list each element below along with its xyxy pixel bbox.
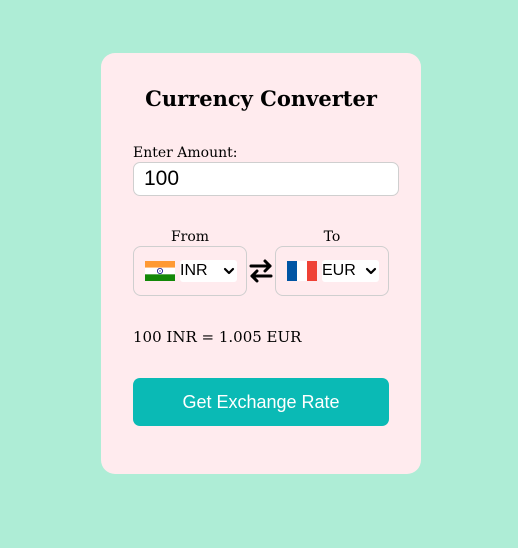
amount-input[interactable] xyxy=(133,162,399,196)
chevron-down-icon xyxy=(223,267,235,275)
from-currency-value: INR xyxy=(180,262,208,279)
to-currency-value: EUR xyxy=(322,262,356,279)
from-currency-select[interactable]: INR xyxy=(180,260,237,282)
from-currency-container: INR xyxy=(133,246,247,296)
exchange-result-text: 100 INR = 1.005 EUR xyxy=(133,328,302,346)
to-currency-container: EUR xyxy=(275,246,389,296)
to-currency-select[interactable]: EUR xyxy=(322,260,379,282)
swap-arrows-icon[interactable] xyxy=(248,258,274,284)
converter-card: Currency Converter Enter Amount: From To… xyxy=(101,53,421,474)
to-label: To xyxy=(323,229,341,245)
india-flag-icon xyxy=(145,261,175,281)
page-title: Currency Converter xyxy=(145,86,377,111)
amount-label: Enter Amount: xyxy=(133,145,238,161)
france-flag-icon xyxy=(287,261,317,281)
from-label: From xyxy=(170,229,210,245)
get-exchange-rate-button[interactable]: Get Exchange Rate xyxy=(133,378,389,426)
chevron-down-icon xyxy=(365,267,377,275)
